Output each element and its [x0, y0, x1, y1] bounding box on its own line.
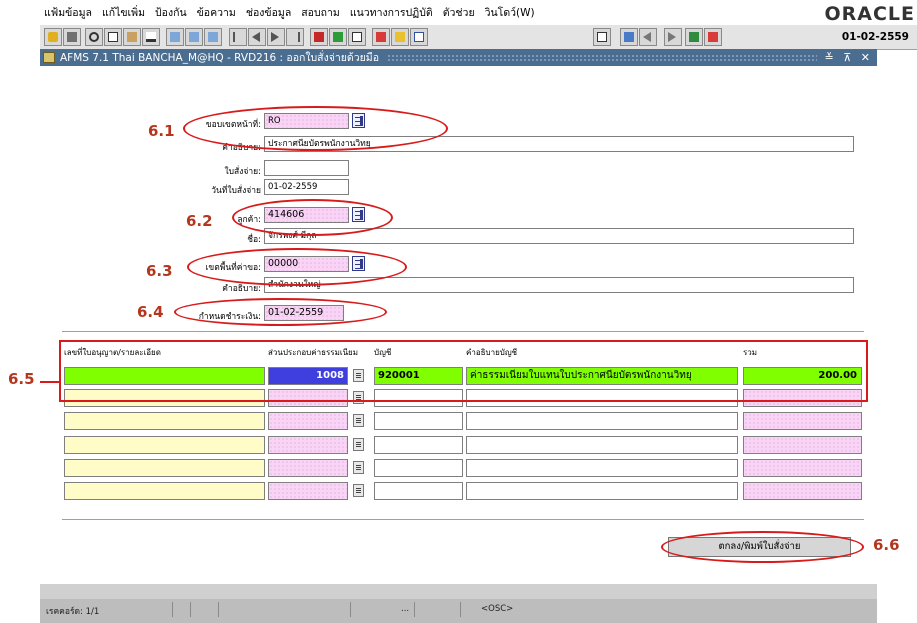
annotation-ellipse-6-2	[232, 199, 393, 236]
first-block-icon[interactable]	[166, 28, 184, 46]
status-separator	[190, 602, 191, 617]
prev-block-icon[interactable]	[185, 28, 203, 46]
status-bar: เรคคอร์ด: 1/1 ... <OSC>	[40, 599, 877, 623]
menu-query[interactable]: สอบถาม	[301, 4, 340, 21]
first-record-icon[interactable]	[229, 28, 247, 46]
total-cell-3[interactable]	[743, 412, 862, 430]
license-cell-6[interactable]	[64, 482, 265, 500]
status-spacer	[40, 584, 877, 599]
menu-message[interactable]: ข้อความ	[197, 4, 236, 21]
menu-window[interactable]: วินโดว์(W)	[485, 4, 535, 21]
total-cell-5[interactable]	[743, 459, 862, 477]
form-icon	[43, 52, 55, 63]
account-desc-cell-4[interactable]	[466, 436, 738, 454]
menu-icon[interactable]	[704, 28, 722, 46]
fee-cell-6[interactable]	[268, 482, 348, 500]
license-cell-5[interactable]	[64, 459, 265, 477]
account-cell-3[interactable]	[374, 412, 463, 430]
status-separator	[460, 602, 461, 617]
pencil-icon[interactable]	[391, 28, 409, 46]
edit-icon[interactable]	[142, 28, 160, 46]
calculator-icon[interactable]	[593, 28, 611, 46]
annotation-ellipse-6-3	[187, 248, 407, 286]
callout-6-2: 6.2	[186, 212, 213, 230]
callout-6-6: 6.6	[873, 536, 900, 554]
divider-top	[62, 331, 864, 332]
divider-bottom	[62, 519, 864, 520]
menu-edit[interactable]: แก้ไขเพิ่ม	[102, 4, 145, 21]
callout-6-5: 6.5	[8, 370, 35, 388]
toolbar-date: 01-02-2559	[841, 31, 909, 43]
fee-lov-icon-4[interactable]	[353, 438, 364, 451]
save-icon[interactable]	[44, 28, 62, 46]
status-separator	[218, 602, 219, 617]
home-icon[interactable]	[685, 28, 703, 46]
prev-record-icon[interactable]	[248, 28, 266, 46]
menu-protect[interactable]: ป้องกัน	[155, 4, 187, 21]
insert-record-icon[interactable]	[329, 28, 347, 46]
last-record-icon[interactable]	[286, 28, 304, 46]
menu-field[interactable]: ช่องข้อมูล	[246, 4, 291, 21]
menu-bar: แฟ้มข้อมูล แก้ไขเพิ่ม ป้องกัน ข้อความ ช่…	[40, 0, 917, 24]
annotation-arrow-6-5	[40, 381, 60, 383]
callout-6-4: 6.4	[137, 303, 164, 321]
account-desc-cell-6[interactable]	[466, 482, 738, 500]
exit-icon[interactable]	[620, 28, 638, 46]
clear-icon[interactable]	[348, 28, 366, 46]
titlebar-pattern	[387, 54, 817, 61]
status-separator	[172, 602, 173, 617]
oracle-logo: ORACLE	[824, 3, 915, 25]
print-icon[interactable]	[63, 28, 81, 46]
help-icon[interactable]	[410, 28, 428, 46]
fee-cell-3[interactable]	[268, 412, 348, 430]
annotation-box-6-5	[59, 340, 868, 402]
fee-cell-4[interactable]	[268, 436, 348, 454]
forward-icon[interactable]	[664, 28, 682, 46]
license-cell-4[interactable]	[64, 436, 265, 454]
account-cell-5[interactable]	[374, 459, 463, 477]
toolbar: 01-02-2559	[40, 24, 917, 50]
status-mode: <OSC>	[481, 604, 514, 614]
account-cell-4[interactable]	[374, 436, 463, 454]
fee-cell-5[interactable]	[268, 459, 348, 477]
paste-icon[interactable]	[123, 28, 141, 46]
next-record-icon[interactable]	[267, 28, 285, 46]
menu-help[interactable]: ตัวช่วย	[443, 4, 475, 21]
voucher-label: ใบสั่งจ่าย:	[224, 167, 261, 177]
account-cell-6[interactable]	[374, 482, 463, 500]
total-cell-6[interactable]	[743, 482, 862, 500]
account-desc-cell-5[interactable]	[466, 459, 738, 477]
annotation-ellipse-6-4	[174, 298, 387, 326]
annotation-ellipse-6-1	[183, 106, 448, 151]
callout-6-3: 6.3	[146, 262, 173, 280]
window-titlebar: AFMS 7.1 Thai BANCHA_M@HQ - RVD216 : ออก…	[40, 49, 877, 66]
account-desc-cell-3[interactable]	[466, 412, 738, 430]
window-title: AFMS 7.1 Thai BANCHA_M@HQ - RVD216 : ออก…	[60, 52, 379, 64]
fee-lov-icon-6[interactable]	[353, 484, 364, 497]
annotation-ellipse-6-6	[661, 531, 864, 563]
fee-lov-icon-3[interactable]	[353, 414, 364, 427]
back-icon[interactable]	[639, 28, 657, 46]
next-block-icon[interactable]	[204, 28, 222, 46]
delete-record-icon[interactable]	[310, 28, 328, 46]
voucher-field[interactable]	[264, 160, 349, 176]
total-cell-4[interactable]	[743, 436, 862, 454]
menu-guide[interactable]: แนวทางการปฏิบัติ	[350, 4, 433, 21]
fee-lov-icon-5[interactable]	[353, 461, 364, 474]
voucher-date-label: วันที่ใบสั่งจ่าย	[211, 186, 261, 196]
callout-6-1: 6.1	[148, 122, 175, 140]
copy-icon[interactable]	[104, 28, 122, 46]
status-separator	[414, 602, 415, 617]
status-ellipsis: ...	[401, 604, 410, 614]
cut-icon[interactable]	[85, 28, 103, 46]
name-label: ชื่อ:	[247, 235, 261, 245]
status-separator	[350, 602, 351, 617]
check-icon[interactable]	[372, 28, 390, 46]
record-count: เรคคอร์ด: 1/1	[46, 607, 100, 617]
license-cell-3[interactable]	[64, 412, 265, 430]
window-controls[interactable]: ≚ ⊼ ✕	[825, 51, 873, 64]
voucher-date-field[interactable]: 01-02-2559	[264, 179, 349, 195]
menu-file[interactable]: แฟ้มข้อมูล	[44, 4, 92, 21]
